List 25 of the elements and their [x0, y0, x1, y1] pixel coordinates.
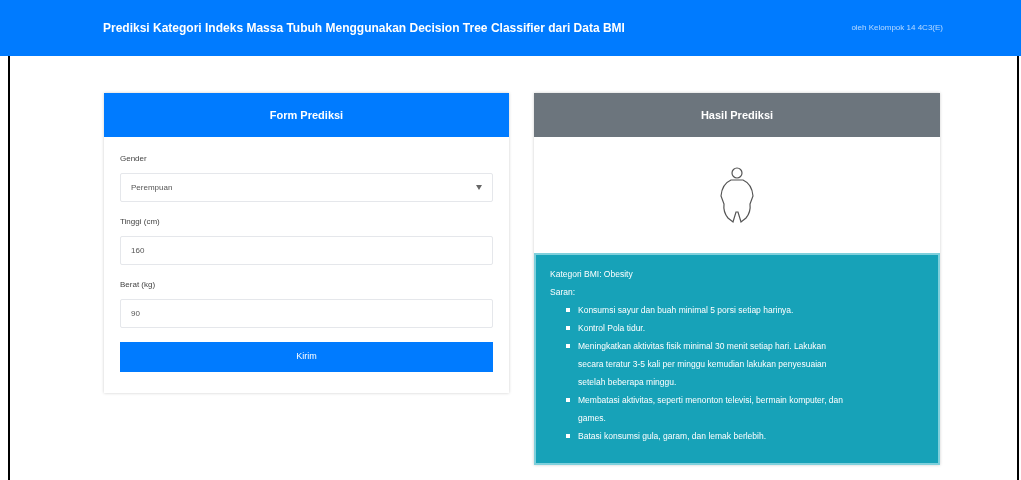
- bullet-icon: [566, 398, 570, 402]
- bullet-icon: [566, 344, 570, 348]
- advice-item: Meningkatkan aktivitas fisik minimal 30 menit setiap hari. Lakukan secara teratur 3-5 kali per minggu kemudian lakukan penyesuaian setelah beberapa minggu.: [578, 340, 828, 389]
- field-label: Gender: [120, 153, 148, 165]
- field-label: Berat (kg): [120, 279, 157, 291]
- bullet-icon: [566, 434, 570, 438]
- advice-item: Konsumsi sayur dan buah minimal 5 porsi setiap harinya.: [578, 304, 795, 317]
- bullet-icon: [566, 308, 570, 312]
- advice-label: Saran:: [550, 286, 577, 299]
- advice-item: Membatasi aktivitas, seperti menonton televisi, bermain komputer, dan games.: [578, 394, 845, 425]
- card-header: Form Prediksi: [104, 93, 509, 137]
- advice-item: Batasi konsumsi gula, garam, dan lemak berlebih.: [578, 430, 768, 443]
- navbar-author: oleh Kelompok 14 4C3(E): [851, 22, 943, 34]
- card-header: Hasil Prediksi: [534, 93, 940, 137]
- obese-person-icon: [719, 166, 755, 224]
- gender-select[interactable]: Perempuan: [120, 173, 493, 202]
- submit-button[interactable]: Kirim: [120, 342, 493, 372]
- caret-icon: [476, 185, 482, 190]
- navbar-title: Prediksi Kategori Indeks Massa Tubuh Menggunakan Decision Tree Classifier dari Data BMI: [103, 20, 625, 37]
- field-label: Tinggi (cm): [120, 216, 161, 228]
- input-field[interactable]: 90: [120, 299, 493, 328]
- bmi-category: Kategori BMI: Obesity: [550, 268, 634, 281]
- input-field[interactable]: 160: [120, 236, 493, 265]
- bullet-icon: [566, 326, 570, 330]
- advice-item: Kontrol Pola tidur.: [578, 322, 647, 335]
